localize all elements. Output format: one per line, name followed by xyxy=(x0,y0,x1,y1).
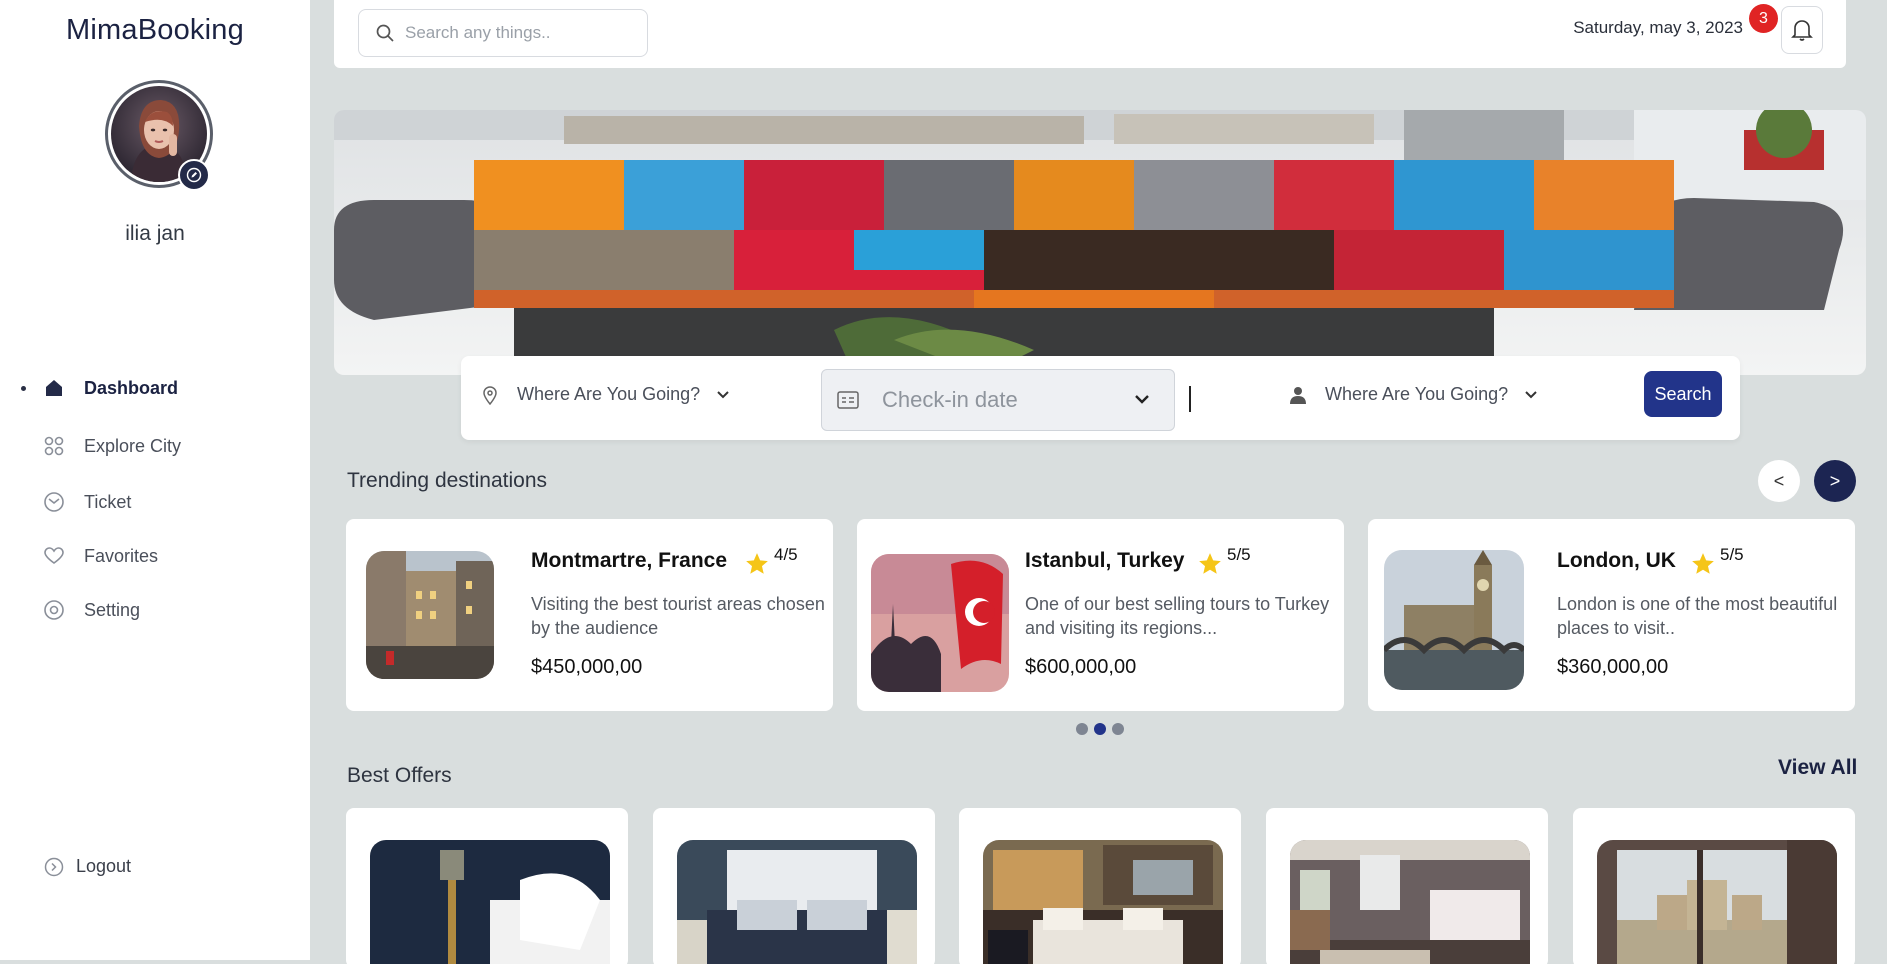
destination-select[interactable]: Where Are You Going? xyxy=(481,384,730,405)
sidebar-item-label: Explore City xyxy=(84,435,182,456)
sidebar-item-label: Ticket xyxy=(84,491,132,512)
guests-label: Where Are You Going? xyxy=(1325,384,1509,404)
chevron-down-icon xyxy=(1525,390,1537,398)
offer-card[interactable] xyxy=(959,808,1241,964)
sidebar-item-label: Favorites xyxy=(84,545,159,566)
destination-description: London is one of the most beautiful plac… xyxy=(1557,594,1838,638)
top-bar: Saturday, may 3, 2023 3 xyxy=(334,0,1846,68)
chevron-down-icon xyxy=(1135,395,1149,404)
offer-card[interactable] xyxy=(653,808,935,964)
offer-image xyxy=(677,840,917,964)
carousel-dot-active[interactable] xyxy=(1094,723,1106,735)
search-box[interactable] xyxy=(358,9,648,57)
star-icon xyxy=(746,553,768,574)
notification-badge: 3 xyxy=(1749,4,1778,33)
edit-icon xyxy=(186,167,202,183)
booking-bar: Where Are You Going? Check-in date Where… xyxy=(461,356,1740,440)
sidebar-item-favorites[interactable]: Favorites xyxy=(0,536,310,576)
destination-image xyxy=(366,551,494,679)
checkin-date-field[interactable]: Check-in date xyxy=(821,369,1175,431)
carousel-dot[interactable] xyxy=(1112,723,1124,735)
destination-image xyxy=(871,554,1009,692)
offer-image xyxy=(370,840,610,964)
destination-card[interactable]: London, UK 5/5 London is one of the most… xyxy=(1368,519,1855,711)
offer-image xyxy=(983,840,1223,964)
location-pin-icon xyxy=(483,385,497,405)
rating-value: 4/5 xyxy=(774,545,798,564)
avatar[interactable] xyxy=(105,80,213,191)
rating-value: 5/5 xyxy=(1227,545,1251,564)
rating-value: 5/5 xyxy=(1720,545,1744,564)
destination-card[interactable]: Montmartre, France 4/5 Visiting the best… xyxy=(346,519,833,711)
destination-rating: 4/5 xyxy=(744,545,798,577)
destination-rating: 5/5 xyxy=(1690,545,1744,577)
view-all-link[interactable]: View All xyxy=(1778,756,1857,780)
hero-banner xyxy=(334,110,1866,375)
hero-image xyxy=(334,110,1866,375)
destination-description: One of our best selling tours to Turkey … xyxy=(1025,594,1330,638)
checkin-placeholder: Check-in date xyxy=(882,387,1018,412)
current-date: Saturday, may 3, 2023 xyxy=(1573,18,1743,37)
destination-description: Visiting the best tourist areas chosen b… xyxy=(531,594,825,638)
sidebar-item-label: Setting xyxy=(84,599,141,620)
carousel-dot[interactable] xyxy=(1076,723,1088,735)
chevron-down-icon xyxy=(717,390,729,398)
offer-image xyxy=(1290,840,1530,964)
user-name: ilia jan xyxy=(125,222,185,245)
sidebar: MimaBooking ilia jan Dashboard Explore C… xyxy=(0,0,310,960)
heart-icon xyxy=(42,544,66,568)
best-offers-title: Best Offers xyxy=(347,764,452,787)
active-indicator xyxy=(21,385,26,391)
sidebar-item-label: Dashboard xyxy=(84,377,179,398)
logout-label: Logout xyxy=(76,856,132,876)
bell-icon xyxy=(1791,20,1813,41)
person-icon xyxy=(1290,386,1306,404)
offer-image xyxy=(1597,840,1837,964)
sidebar-item-explore-city[interactable]: Explore City xyxy=(0,426,310,466)
edit-avatar-button[interactable] xyxy=(178,159,210,191)
destination-name: Istanbul, Turkey xyxy=(1025,549,1185,572)
offer-card[interactable] xyxy=(1266,808,1548,964)
offer-card[interactable] xyxy=(346,808,628,964)
settings-icon xyxy=(42,598,66,622)
destination-rating: 5/5 xyxy=(1197,545,1251,577)
search-icon xyxy=(376,24,394,42)
offer-card[interactable] xyxy=(1573,808,1855,964)
trending-title: Trending destinations xyxy=(347,469,548,492)
search-button[interactable]: Search xyxy=(1644,371,1722,417)
destination-price: $450,000,00 xyxy=(531,656,643,678)
destination-price: $360,000,00 xyxy=(1557,656,1669,678)
carousel-dots xyxy=(1076,723,1124,735)
destination-image xyxy=(1384,550,1524,690)
destination-name: London, UK xyxy=(1557,549,1676,572)
sidebar-item-ticket[interactable]: Ticket xyxy=(0,482,310,522)
notifications-button[interactable] xyxy=(1781,6,1823,54)
sidebar-item-dashboard[interactable]: Dashboard xyxy=(0,368,310,408)
carousel-prev-button[interactable]: < xyxy=(1758,460,1800,502)
star-icon xyxy=(1199,553,1221,574)
brand-logo[interactable]: MimaBooking xyxy=(0,14,310,47)
guests-select[interactable]: Where Are You Going? xyxy=(1289,384,1538,405)
destination-price: $600,000,00 xyxy=(1025,656,1137,678)
text-cursor xyxy=(1189,386,1191,412)
search-input[interactable] xyxy=(405,23,625,43)
star-icon xyxy=(1692,553,1714,574)
calendar-card-icon xyxy=(837,391,859,409)
logout-icon xyxy=(44,857,64,876)
logout-button[interactable]: Logout xyxy=(44,856,131,877)
sidebar-item-setting[interactable]: Setting xyxy=(0,590,310,630)
grid-icon xyxy=(42,434,66,458)
destination-card[interactable]: Istanbul, Turkey 5/5 One of our best sel… xyxy=(857,519,1344,711)
destination-label: Where Are You Going? xyxy=(517,384,701,404)
destination-name: Montmartre, France xyxy=(531,549,728,572)
carousel-next-button[interactable]: > xyxy=(1814,460,1856,502)
home-icon xyxy=(42,376,66,400)
envelope-icon xyxy=(42,490,66,514)
